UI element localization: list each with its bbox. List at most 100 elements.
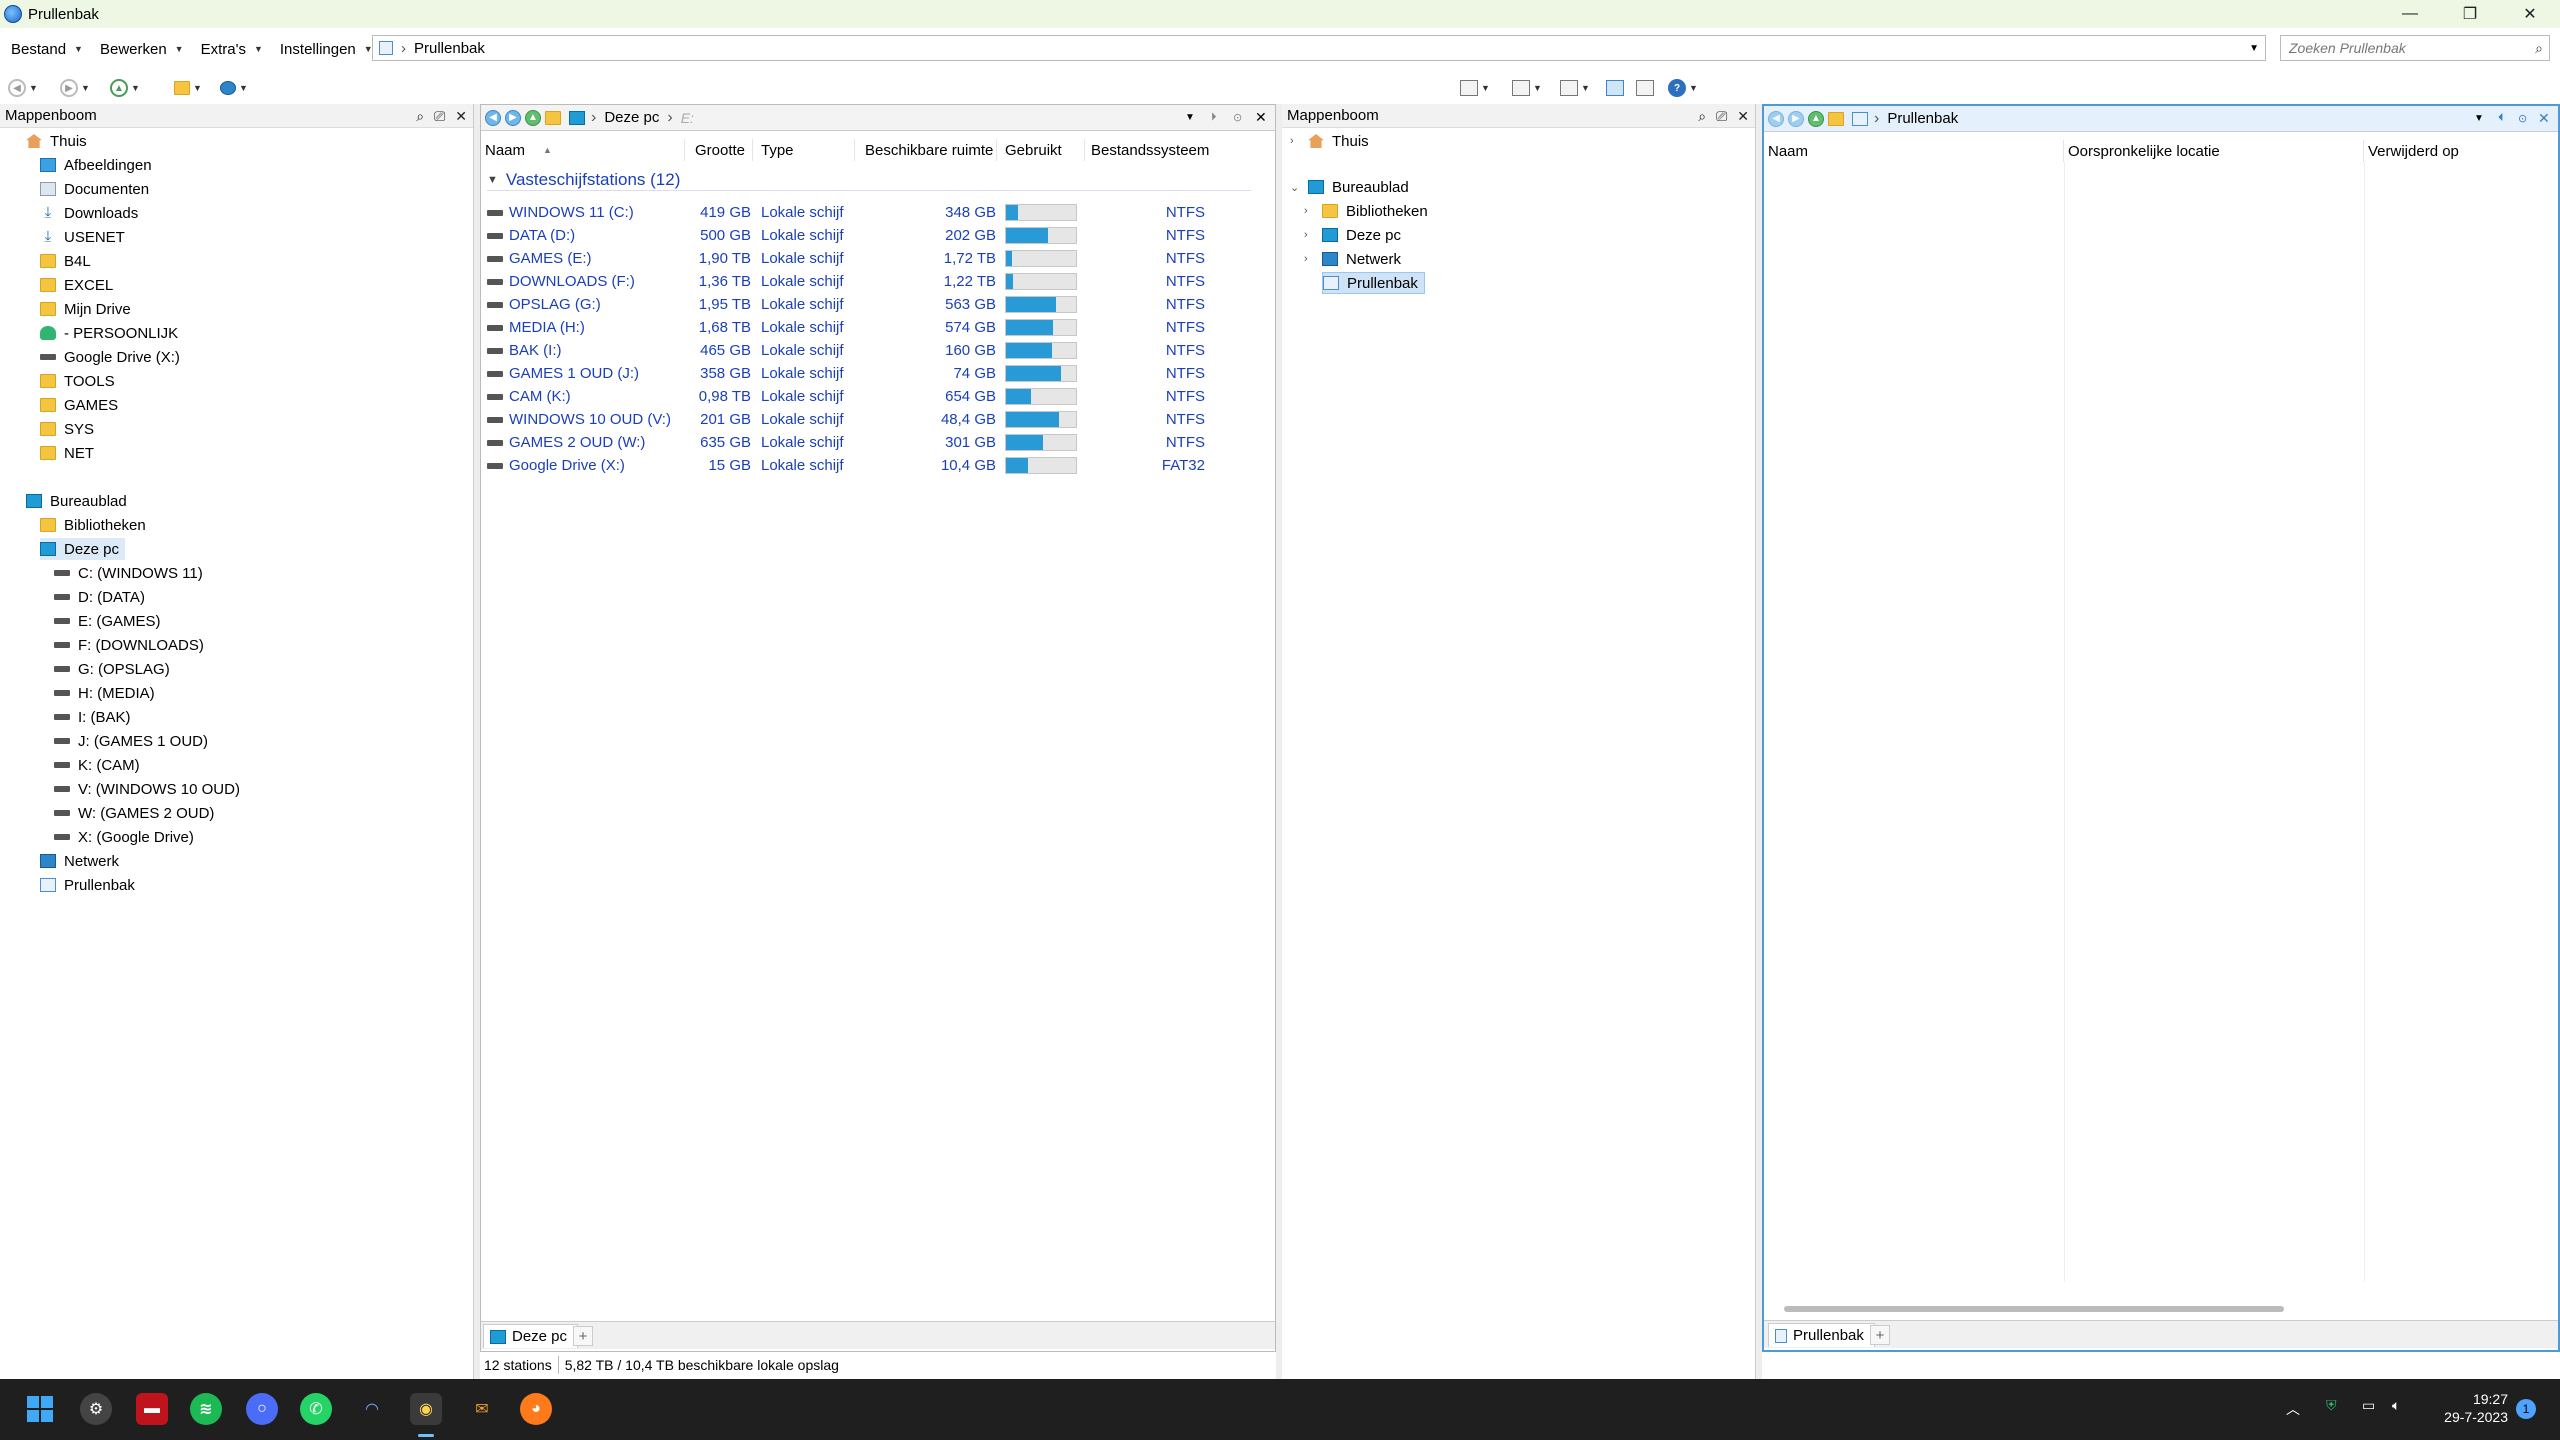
- network-button[interactable]: ▼: [220, 78, 248, 98]
- drive-row[interactable]: DATA (D:) 500 GB Lokale schijf 202 GB NTFS: [481, 224, 1261, 247]
- right-tree-item-2[interactable]: Bibliotheken ›: [1304, 200, 1428, 222]
- pane-options-icon[interactable]: ⊙: [1233, 111, 1242, 124]
- breadcrumb-deze-pc[interactable]: Deze pc: [604, 109, 659, 126]
- up-button[interactable]: ▲ ▼: [110, 78, 140, 98]
- desktop-tree-item-1[interactable]: Bibliotheken: [40, 514, 146, 536]
- column-beschikbare-ruimte[interactable]: Beschikbare ruimte: [861, 139, 997, 161]
- chevron-right-icon[interactable]: ›: [1304, 253, 1308, 265]
- dual-pane-button[interactable]: [1636, 78, 1654, 98]
- chevron-right-icon[interactable]: ›: [1304, 229, 1308, 241]
- forward-button[interactable]: ▶ ▼: [60, 78, 90, 98]
- desktop-tree-item-5[interactable]: E: (GAMES): [54, 610, 161, 632]
- settings-icon[interactable]: ⚙: [80, 1393, 112, 1425]
- desktop-tree-item-11[interactable]: K: (CAM): [54, 754, 140, 776]
- drive-row[interactable]: DOWNLOADS (F:) 1,36 TB Lokale schijf 1,22 T…: [481, 270, 1261, 293]
- right-tree-item-1[interactable]: Bureaublad ⌄: [1290, 176, 1409, 198]
- drive-row[interactable]: GAMES 2 OUD (W:) 635 GB Lokale schijf 301 G…: [481, 431, 1261, 454]
- column-gebruikt[interactable]: Gebruikt: [1001, 139, 1085, 161]
- search-icon[interactable]: ⌕: [416, 108, 424, 125]
- up-arrow-icon[interactable]: ▲: [525, 109, 541, 126]
- desktop-tree-item-4[interactable]: D: (DATA): [54, 586, 145, 608]
- tree-item-6[interactable]: EXCEL: [40, 274, 113, 296]
- back-button[interactable]: ◀ ▼: [8, 78, 38, 98]
- forward-arrow-icon[interactable]: ▶: [505, 109, 521, 126]
- search-icon[interactable]: ⌕: [2535, 40, 2543, 57]
- view-options-button[interactable]: ▼: [1512, 78, 1542, 98]
- tree-item-3[interactable]: ⤓ Downloads: [40, 202, 139, 224]
- menu-bewerken[interactable]: Bewerken ▼: [100, 41, 184, 58]
- tree-item-9[interactable]: Google Drive (X:): [40, 346, 180, 368]
- chevron-right-icon[interactable]: ›: [1304, 205, 1308, 217]
- drive-row[interactable]: BAK (I:) 465 GB Lokale schijf 160 GB NTFS: [481, 339, 1261, 362]
- desktop-tree-item-6[interactable]: F: (DOWNLOADS): [54, 634, 204, 656]
- desktop-tree-item-9[interactable]: I: (BAK): [54, 706, 131, 728]
- close-button[interactable]: ✕: [2500, 0, 2560, 28]
- desktop-tree-item-12[interactable]: V: (WINDOWS 10 OUD): [54, 778, 240, 800]
- address-dropdown-icon[interactable]: ▼: [2249, 43, 2259, 54]
- close-pane-icon[interactable]: ✕: [2538, 110, 2550, 127]
- unpin-icon[interactable]: ⎚: [1716, 108, 1727, 125]
- spotify-icon[interactable]: ≋: [190, 1393, 222, 1425]
- toggle-tree-button[interactable]: [1606, 78, 1624, 98]
- favorites-icon[interactable]: [1828, 111, 1844, 126]
- right-tree-item-0[interactable]: Thuis ›: [1290, 130, 1369, 152]
- column-naam[interactable]: Naam: [1764, 140, 2064, 162]
- desktop-tree-item-8[interactable]: H: (MEDIA): [54, 682, 155, 704]
- unpin-icon[interactable]: ⎚: [434, 108, 445, 125]
- desktop-tree-item-16[interactable]: Prullenbak: [40, 874, 135, 896]
- column-oorspronkelijke-locatie[interactable]: Oorspronkelijke locatie: [2064, 140, 2364, 162]
- path-dropdown-icon[interactable]: ▼: [2474, 113, 2484, 124]
- column-naam[interactable]: Naam ▲: [481, 139, 685, 161]
- pane-prev-icon[interactable]: ⏴: [2498, 112, 2504, 125]
- horizontal-scrollbar[interactable]: [1784, 1306, 2284, 1312]
- arc-browser-icon[interactable]: ◠: [356, 1393, 388, 1425]
- drive-row[interactable]: WINDOWS 11 (C:) 419 GB Lokale schijf 348 GB…: [481, 201, 1261, 224]
- new-tab-button[interactable]: +: [1870, 1325, 1890, 1345]
- drive-row[interactable]: WINDOWS 10 OUD (V:) 201 GB Lokale schijf 48…: [481, 408, 1261, 431]
- menu-instellingen[interactable]: Instellingen ▼: [280, 41, 373, 58]
- forward-arrow-icon[interactable]: ▶: [1788, 110, 1804, 127]
- search-input[interactable]: Zoeken Prullenbak ⌕: [2280, 35, 2550, 61]
- favorites-icon[interactable]: [545, 110, 561, 125]
- chevron-down-icon[interactable]: ⌄: [1290, 181, 1299, 194]
- breadcrumb-e[interactable]: E:: [681, 110, 694, 126]
- signal-icon[interactable]: ○: [246, 1393, 278, 1425]
- tree-item-8[interactable]: - PERSOONLIJK: [40, 322, 178, 344]
- path-dropdown-icon[interactable]: ▼: [1185, 112, 1195, 123]
- desktop-tree-item-0[interactable]: Bureaublad: [26, 490, 127, 512]
- drive-row[interactable]: CAM (K:) 0,98 TB Lokale schijf 654 GB NTFS: [481, 385, 1261, 408]
- menu-bestand[interactable]: Bestand ▼: [11, 41, 83, 58]
- mail-icon[interactable]: ✉: [466, 1393, 498, 1425]
- drive-row[interactable]: GAMES (E:) 1,90 TB Lokale schijf 1,72 TB NTF…: [481, 247, 1261, 270]
- show-hidden-icons-icon[interactable]: ︿: [2286, 1399, 2300, 1419]
- desktop-tree-item-13[interactable]: W: (GAMES 2 OUD): [54, 802, 214, 824]
- desktop-tree-item-15[interactable]: Netwerk: [40, 850, 119, 872]
- drive-row[interactable]: OPSLAG (G:) 1,95 TB Lokale schijf 563 GB NTF…: [481, 293, 1261, 316]
- desktop-tree-item-2[interactable]: Deze pc: [40, 538, 126, 560]
- tree-item-1[interactable]: Afbeeldingen: [40, 154, 152, 176]
- minimize-button[interactable]: —: [2380, 0, 2440, 28]
- search-icon[interactable]: ⌕: [1698, 108, 1706, 125]
- maximize-button[interactable]: ❐: [2440, 0, 2500, 28]
- address-bar[interactable]: › Prullenbak ▼: [372, 35, 2266, 61]
- column-verwijderd-op[interactable]: Verwijderd op: [2364, 140, 2554, 162]
- close-pane-icon[interactable]: ✕: [1255, 109, 1267, 126]
- new-tab-button[interactable]: +: [573, 1326, 593, 1346]
- tree-item-0[interactable]: Thuis: [26, 130, 87, 152]
- notification-badge[interactable]: 1: [2516, 1399, 2536, 1419]
- start-icon[interactable]: [24, 1393, 56, 1425]
- drive-row[interactable]: GAMES 1 OUD (J:) 358 GB Lokale schijf 74 GB…: [481, 362, 1261, 385]
- right-tree-item-5[interactable]: Prullenbak: [1322, 272, 1425, 294]
- desktop-tree-item-7[interactable]: G: (OPSLAG): [54, 658, 170, 680]
- clock[interactable]: 19:27 29-7-2023: [2432, 1391, 2508, 1425]
- security-shield-icon[interactable]: ⛨: [2326, 1397, 2337, 1414]
- tree-item-12[interactable]: SYS: [40, 418, 94, 440]
- menu-extras[interactable]: Extra's ▼: [201, 41, 263, 58]
- drive-row[interactable]: Google Drive (X:) 15 GB Lokale schijf 10,4 …: [481, 454, 1261, 477]
- pane-prev-icon[interactable]: ⏵: [1211, 111, 1217, 124]
- up-arrow-icon[interactable]: ▲: [1808, 110, 1824, 127]
- back-arrow-icon[interactable]: ◀: [1768, 110, 1784, 127]
- panes-button[interactable]: ▼: [1560, 78, 1590, 98]
- favorites-button[interactable]: ▼: [174, 78, 202, 98]
- chevron-right-icon[interactable]: ›: [1290, 135, 1294, 147]
